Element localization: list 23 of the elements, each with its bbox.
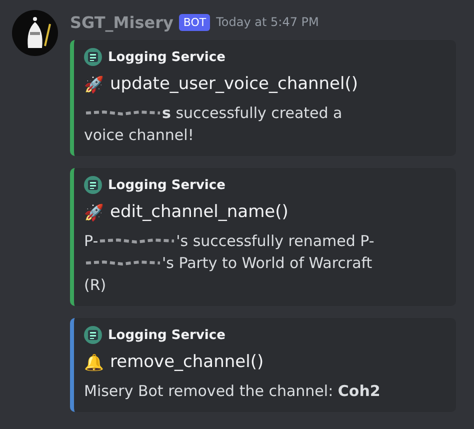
description-text: P- (84, 231, 98, 252)
description-text: 's Party to World of Warcraft (162, 253, 372, 274)
embed-title: remove_channel() (110, 352, 264, 372)
timestamp: Today at 5:47 PM (216, 15, 319, 29)
author-name[interactable]: SGT_Misery (70, 12, 174, 32)
server-icon (84, 326, 102, 344)
server-icon (84, 48, 102, 66)
description-text: voice channel! (84, 125, 194, 146)
description-text: s successfully created a (162, 103, 342, 124)
bot-tag: BOT (179, 14, 210, 30)
embed-author: Logging Service (108, 50, 226, 64)
embed-author: Logging Service (108, 178, 226, 192)
avatar-drawing[interactable] (12, 10, 58, 56)
emoji-icon: 🚀 (84, 202, 104, 222)
embed-author: Logging Service (108, 328, 226, 342)
description-text: 's successfully renamed P- (176, 231, 374, 252)
emoji-icon: 🔔 (84, 352, 104, 372)
embed-title: update_user_voice_channel() (110, 74, 358, 94)
description-text: Misery Bot removed the channel: Coh2 (84, 381, 380, 402)
emoji-icon: 🚀 (84, 74, 104, 94)
description-text: (R) (84, 275, 106, 296)
embed-title: edit_channel_name() (110, 202, 288, 222)
server-icon (84, 176, 102, 194)
